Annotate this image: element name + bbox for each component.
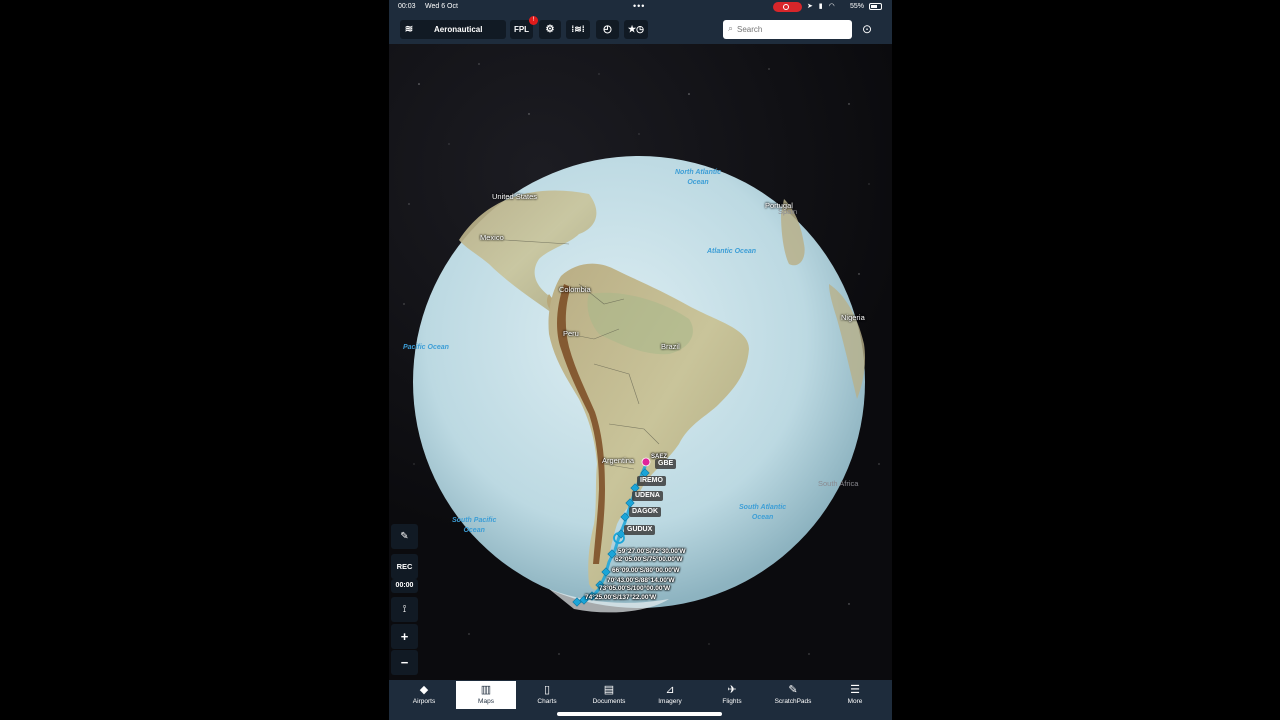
tab-imagery[interactable]: ⊿ Imagery: [640, 681, 700, 709]
more-icon: ☰: [850, 684, 860, 696]
status-date: Wed 6 Oct: [425, 3, 458, 10]
search-box[interactable]: ⌕: [723, 20, 852, 39]
settings-gear-icon[interactable]: ⚙: [539, 20, 561, 39]
status-time: 00:03: [398, 3, 416, 10]
label-united-states: United States: [492, 192, 538, 201]
scratchpads-icon: ✎: [788, 684, 798, 696]
tab-more[interactable]: ☰ More: [825, 681, 885, 709]
instruments-gauge-icon[interactable]: ◴: [596, 20, 619, 39]
draw-pencil-button[interactable]: ✎: [391, 524, 418, 549]
label-colombia: Colombia: [559, 285, 591, 294]
label-peru: Peru: [563, 329, 579, 338]
locate-me-icon[interactable]: ⊙: [857, 20, 877, 39]
status-bar: 00:03 Wed 6 Oct ••• ➤ ▮ ◠ 55%: [389, 0, 892, 14]
zoom-out-button[interactable]: −: [391, 650, 418, 675]
label-atlantic-ocean: Atlantic Ocean: [707, 248, 757, 255]
tab-scratchpads[interactable]: ✎ ScratchPads: [763, 681, 823, 709]
waypoint-label-gbe[interactable]: GBE: [655, 459, 677, 469]
label-nigeria: Nigeria: [841, 313, 865, 322]
search-input[interactable]: [737, 22, 847, 37]
waypoint-label-dagok[interactable]: DAGOK: [629, 507, 662, 517]
tab-documents[interactable]: ▤ Documents: [579, 681, 639, 709]
waypoint-label-iremo[interactable]: IREMO: [637, 476, 666, 486]
map-view[interactable]: United States Mexico Colombia Peru Brazi…: [389, 44, 892, 680]
label-argentina: Argentina: [602, 456, 635, 465]
battery-percentage: 55%: [850, 3, 865, 10]
multitask-dots-icon[interactable]: •••: [633, 1, 645, 11]
signal-wifi-icons: ➤ ▮ ◠: [807, 3, 837, 10]
ipad-screen: 00:03 Wed 6 Oct ••• ➤ ▮ ◠ 55% ≋ Aeronaut…: [389, 0, 892, 720]
zoom-in-button[interactable]: +: [391, 624, 418, 649]
waypoint-coordinate-6[interactable]: 74°25.00'S/137°22.00'W: [585, 594, 656, 601]
label-brazil: Brazil: [661, 342, 680, 351]
flights-icon: ✈: [727, 684, 737, 696]
layers-label: Aeronautical: [434, 25, 483, 34]
route-nodes-icon: ⟟: [402, 604, 407, 615]
pencil-draw-icon: ✎: [400, 531, 409, 542]
tab-airports[interactable]: ◆ Airports: [394, 681, 454, 709]
route-edit-button[interactable]: ⟟: [391, 597, 418, 622]
favorites-recents-icon[interactable]: ★◷: [624, 20, 648, 39]
screen-recording-indicator-icon[interactable]: [773, 2, 802, 12]
label-mexico: Mexico: [480, 233, 504, 242]
maps-icon: ▥: [480, 684, 492, 696]
fpl-alert-badge: !: [529, 16, 538, 25]
top-toolbar: ≋ Aeronautical FPL ! ⚙ ⁞≋⁞ ◴ ★◷ ⌕ ⊙: [389, 14, 892, 44]
search-icon: ⌕: [728, 23, 734, 33]
origin-airport-marker[interactable]: [641, 457, 651, 467]
waypoint-coordinate-2[interactable]: 62°05.00'S/75°00.00'W: [615, 556, 683, 563]
waypoint-coordinate-3[interactable]: 66°09.00'S/80°00.00'W: [612, 567, 680, 574]
layers-icon: ≋: [404, 24, 414, 35]
documents-icon: ▤: [603, 684, 615, 696]
tab-charts[interactable]: ▯ Charts: [517, 681, 577, 709]
label-south-pacific-ocean: South Pacific Ocean: [452, 517, 497, 534]
track-record-button[interactable]: REC: [391, 554, 418, 579]
map-layers-button[interactable]: ≋ Aeronautical: [400, 20, 506, 39]
label-south-atlantic-ocean: South Atlantic Ocean: [739, 504, 787, 521]
airports-icon: ◆: [419, 684, 429, 696]
waypoint-coordinate-5[interactable]: 73°05.00'S/100°00.00'W: [599, 585, 670, 592]
label-spain: Spain: [778, 207, 798, 216]
charts-icon: ▯: [543, 684, 551, 696]
waypoint-coordinate-1[interactable]: 59°27.00'S/72°30.00'W: [618, 548, 686, 555]
waypoint-label-gudux[interactable]: GUDUX: [624, 525, 656, 535]
track-record-timer: 00:00: [391, 579, 418, 593]
profile-view-icon[interactable]: ⁞≋⁞: [566, 20, 590, 39]
label-pacific-ocean: Pacific Ocean: [403, 344, 449, 351]
waypoint-coordinate-4[interactable]: 70°43.00'S/88°14.00'W: [607, 577, 675, 584]
imagery-icon: ⊿: [665, 684, 675, 696]
label-south-africa: South Africa: [818, 479, 859, 488]
tab-maps[interactable]: ▥ Maps: [456, 681, 516, 709]
label-north-atlantic-ocean: North Atlantic Ocean: [675, 169, 722, 186]
tab-flights[interactable]: ✈ Flights: [702, 681, 762, 709]
home-indicator[interactable]: [557, 712, 722, 716]
battery-icon: [869, 3, 882, 10]
waypoint-label-udena[interactable]: UDENA: [632, 491, 663, 501]
